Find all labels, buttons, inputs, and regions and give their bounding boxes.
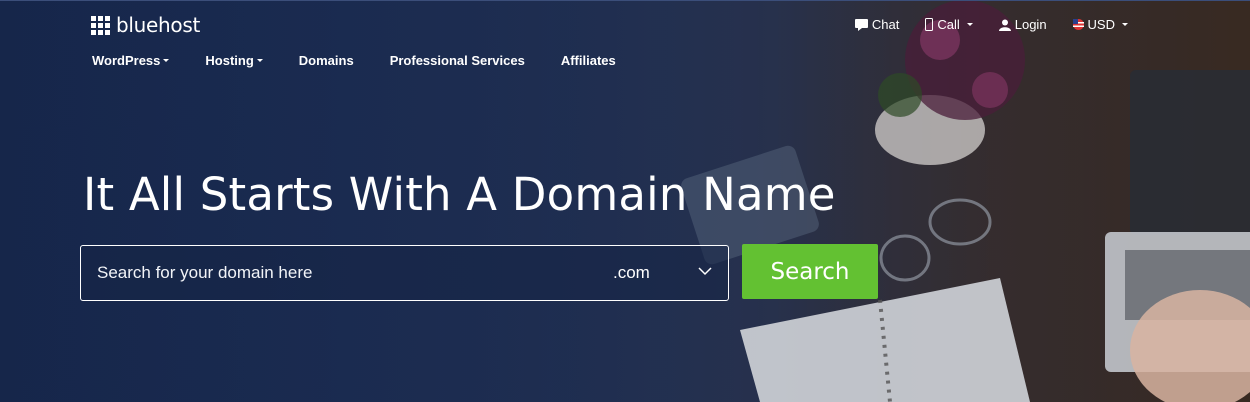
top-border bbox=[0, 0, 1250, 1]
nav-item-label: Domains bbox=[298, 53, 354, 68]
nav-item-label: WordPress bbox=[92, 53, 161, 68]
nav-item-wordpress[interactable]: WordPress bbox=[92, 53, 170, 68]
call-label: Call bbox=[937, 17, 960, 32]
chat-link[interactable]: Chat bbox=[854, 17, 900, 32]
main-nav: WordPress Hosting Domains Professional S… bbox=[92, 53, 616, 68]
logo-grid-icon bbox=[91, 15, 110, 35]
chevron-down-icon bbox=[1122, 23, 1128, 26]
utility-nav: Chat Call Login USD bbox=[854, 17, 1128, 32]
login-label: Login bbox=[1014, 17, 1047, 32]
chat-icon bbox=[854, 18, 868, 31]
call-dropdown[interactable]: Call bbox=[925, 17, 973, 32]
phone-icon bbox=[925, 18, 934, 31]
currency-label: USD bbox=[1087, 17, 1115, 32]
nav-item-hosting[interactable]: Hosting bbox=[205, 53, 263, 68]
chevron-down-icon bbox=[163, 59, 170, 62]
nav-item-affiliates[interactable]: Affiliates bbox=[561, 53, 616, 68]
chat-label: Chat bbox=[871, 17, 900, 32]
search-button[interactable]: Search bbox=[742, 244, 878, 299]
us-flag-icon bbox=[1072, 19, 1084, 30]
brand-logo[interactable]: bluehost bbox=[91, 13, 200, 37]
chevron-down-icon[interactable] bbox=[698, 264, 712, 278]
currency-dropdown[interactable]: USD bbox=[1072, 17, 1128, 32]
nav-item-domains[interactable]: Domains bbox=[299, 53, 354, 68]
chevron-down-icon bbox=[256, 59, 263, 62]
nav-item-label: Hosting bbox=[205, 53, 254, 68]
chevron-down-icon bbox=[966, 23, 973, 26]
tld-select-value[interactable]: .com bbox=[613, 263, 650, 283]
login-link[interactable]: Login bbox=[998, 17, 1047, 32]
nav-item-professional-services[interactable]: Professional Services bbox=[390, 53, 525, 68]
brand-name: bluehost bbox=[116, 13, 201, 37]
nav-item-label: Professional Services bbox=[389, 53, 525, 68]
user-icon bbox=[998, 19, 1011, 31]
laptop-screen bbox=[1130, 70, 1250, 235]
domain-search-box: .com bbox=[80, 245, 729, 301]
nav-item-label: Affiliates bbox=[560, 53, 616, 68]
domain-search-input[interactable] bbox=[97, 246, 577, 300]
hero-headline: It All Starts With A Domain Name bbox=[83, 168, 836, 221]
